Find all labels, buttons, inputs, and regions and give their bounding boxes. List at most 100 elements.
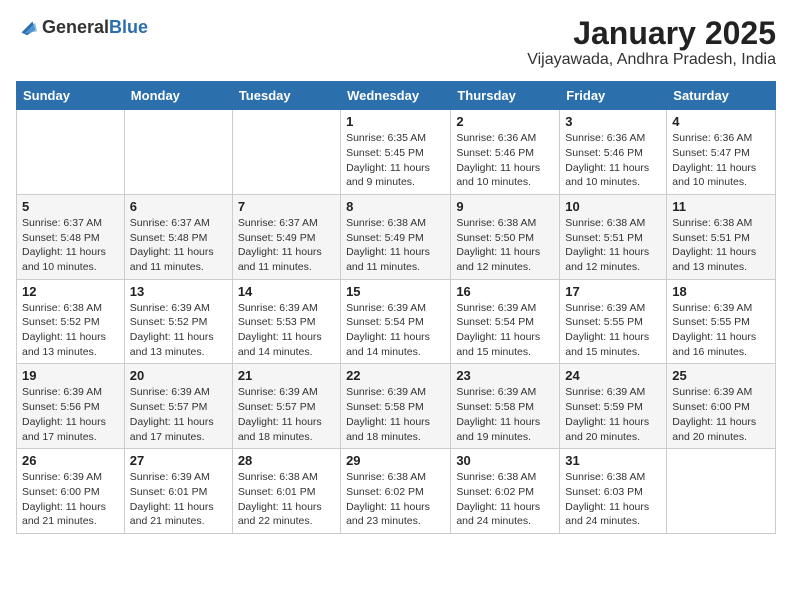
calendar-cell: 6Sunrise: 6:37 AMSunset: 5:48 PMDaylight… [124,194,232,279]
day-number: 13 [130,284,227,299]
calendar-cell: 27Sunrise: 6:39 AMSunset: 6:01 PMDayligh… [124,449,232,534]
day-number: 20 [130,368,227,383]
day-info: Sunrise: 6:38 AMSunset: 5:52 PMDaylight:… [22,301,119,360]
day-of-week-header: Thursday [451,82,560,110]
day-info: Sunrise: 6:39 AMSunset: 5:57 PMDaylight:… [238,385,335,444]
day-info: Sunrise: 6:38 AMSunset: 6:01 PMDaylight:… [238,470,335,529]
calendar-cell: 3Sunrise: 6:36 AMSunset: 5:46 PMDaylight… [560,110,667,195]
day-info: Sunrise: 6:36 AMSunset: 5:47 PMDaylight:… [672,131,770,190]
calendar-cell: 25 Sunrise: 6:39 AMSunset: 6:00 PMDayligh… [667,364,776,449]
logo-text-general: General [42,18,109,36]
calendar-cell: 11 Sunrise: 6:38 AMSunset: 5:51 PMDayligh… [667,194,776,279]
day-info: Sunrise: 6:37 AMSunset: 5:49 PMDaylight:… [238,216,335,275]
calendar-cell [667,449,776,534]
day-info: Sunrise: 6:39 AMSunset: 6:00 PMDaylight:… [672,385,770,444]
calendar-cell: 29 Sunrise: 6:38 AMSunset: 6:02 PMDayligh… [341,449,451,534]
logo-icon [16,16,38,38]
day-number: 1 [346,114,445,129]
day-number: 23 [456,368,554,383]
day-of-week-header: Monday [124,82,232,110]
day-info: Sunrise: 6:39 AMSunset: 5:58 PMDaylight:… [456,385,554,444]
day-info: Sunrise: 6:39 AMSunset: 5:58 PMDaylight:… [346,385,445,444]
day-number: 3 [565,114,661,129]
calendar-cell: 23 Sunrise: 6:39 AMSunset: 5:58 PMDayligh… [451,364,560,449]
calendar-cell: 7 Sunrise: 6:37 AMSunset: 5:49 PMDaylight… [232,194,340,279]
day-number: 26 [22,453,119,468]
calendar-cell: 20Sunrise: 6:39 AMSunset: 5:57 PMDayligh… [124,364,232,449]
day-number: 11 [672,199,770,214]
day-number: 21 [238,368,335,383]
day-number: 19 [22,368,119,383]
day-number: 8 [346,199,445,214]
calendar-cell: 2 Sunrise: 6:36 AMSunset: 5:46 PMDaylight… [451,110,560,195]
day-info: Sunrise: 6:38 AMSunset: 6:02 PMDaylight:… [346,470,445,529]
day-info: Sunrise: 6:39 AMSunset: 6:00 PMDaylight:… [22,470,119,529]
calendar-header-row: SundayMondayTuesdayWednesdayThursdayFrid… [17,82,776,110]
day-number: 12 [22,284,119,299]
day-number: 4 [672,114,770,129]
day-of-week-header: Tuesday [232,82,340,110]
day-number: 7 [238,199,335,214]
calendar-cell: 5 Sunrise: 6:37 AMSunset: 5:48 PMDaylight… [17,194,125,279]
day-number: 29 [346,453,445,468]
day-info: Sunrise: 6:39 AMSunset: 5:55 PMDaylight:… [672,301,770,360]
day-info: Sunrise: 6:38 AMSunset: 6:02 PMDaylight:… [456,470,554,529]
calendar-cell: 4 Sunrise: 6:36 AMSunset: 5:47 PMDaylight… [667,110,776,195]
calendar-cell: 21 Sunrise: 6:39 AMSunset: 5:57 PMDayligh… [232,364,340,449]
day-number: 24 [565,368,661,383]
calendar-cell: 14 Sunrise: 6:39 AMSunset: 5:53 PMDayligh… [232,279,340,364]
day-number: 25 [672,368,770,383]
day-number: 31 [565,453,661,468]
calendar-title: January 2025 [527,16,776,51]
day-of-week-header: Saturday [667,82,776,110]
calendar-cell: 15 Sunrise: 6:39 AMSunset: 5:54 PMDayligh… [341,279,451,364]
day-info: Sunrise: 6:39 AMSunset: 5:59 PMDaylight:… [565,385,661,444]
calendar-table: SundayMondayTuesdayWednesdayThursdayFrid… [16,81,776,534]
calendar-cell: 31 Sunrise: 6:38 AMSunset: 6:03 PMDayligh… [560,449,667,534]
day-info: Sunrise: 6:39 AMSunset: 6:01 PMDaylight:… [130,470,227,529]
day-info: Sunrise: 6:38 AMSunset: 5:51 PMDaylight:… [672,216,770,275]
calendar-cell: 18 Sunrise: 6:39 AMSunset: 5:55 PMDayligh… [667,279,776,364]
day-number: 5 [22,199,119,214]
calendar-week-row: 12 Sunrise: 6:38 AMSunset: 5:52 PMDayligh… [17,279,776,364]
calendar-cell: 12 Sunrise: 6:38 AMSunset: 5:52 PMDayligh… [17,279,125,364]
day-number: 30 [456,453,554,468]
day-number: 22 [346,368,445,383]
calendar-cell: 22 Sunrise: 6:39 AMSunset: 5:58 PMDayligh… [341,364,451,449]
calendar-cell: 17Sunrise: 6:39 AMSunset: 5:55 PMDayligh… [560,279,667,364]
day-info: Sunrise: 6:38 AMSunset: 5:49 PMDaylight:… [346,216,445,275]
day-number: 15 [346,284,445,299]
day-info: Sunrise: 6:39 AMSunset: 5:52 PMDaylight:… [130,301,227,360]
day-info: Sunrise: 6:37 AMSunset: 5:48 PMDaylight:… [130,216,227,275]
day-info: Sunrise: 6:35 AMSunset: 5:45 PMDaylight:… [346,131,445,190]
calendar-cell: 9Sunrise: 6:38 AMSunset: 5:50 PMDaylight… [451,194,560,279]
logo: General Blue [16,16,148,38]
day-info: Sunrise: 6:36 AMSunset: 5:46 PMDaylight:… [456,131,554,190]
calendar-cell: 24 Sunrise: 6:39 AMSunset: 5:59 PMDayligh… [560,364,667,449]
day-info: Sunrise: 6:37 AMSunset: 5:48 PMDaylight:… [22,216,119,275]
day-number: 18 [672,284,770,299]
page-header: General Blue January 2025 Vijayawada, An… [16,16,776,69]
day-number: 28 [238,453,335,468]
day-info: Sunrise: 6:39 AMSunset: 5:54 PMDaylight:… [456,301,554,360]
calendar-cell: 8 Sunrise: 6:38 AMSunset: 5:49 PMDaylight… [341,194,451,279]
calendar-cell: 26 Sunrise: 6:39 AMSunset: 6:00 PMDayligh… [17,449,125,534]
day-of-week-header: Wednesday [341,82,451,110]
calendar-cell: 19 Sunrise: 6:39 AMSunset: 5:56 PMDayligh… [17,364,125,449]
calendar-cell: 1 Sunrise: 6:35 AMSunset: 5:45 PMDaylight… [341,110,451,195]
day-of-week-header: Friday [560,82,667,110]
day-info: Sunrise: 6:39 AMSunset: 5:56 PMDaylight:… [22,385,119,444]
day-info: Sunrise: 6:38 AMSunset: 5:51 PMDaylight:… [565,216,661,275]
day-number: 14 [238,284,335,299]
calendar-subtitle: Vijayawada, Andhra Pradesh, India [527,51,776,69]
day-number: 2 [456,114,554,129]
calendar-week-row: 19 Sunrise: 6:39 AMSunset: 5:56 PMDayligh… [17,364,776,449]
logo-text-blue: Blue [109,18,148,36]
calendar-cell: 28 Sunrise: 6:38 AMSunset: 6:01 PMDayligh… [232,449,340,534]
calendar-cell: 13 Sunrise: 6:39 AMSunset: 5:52 PMDayligh… [124,279,232,364]
calendar-cell [124,110,232,195]
day-info: Sunrise: 6:39 AMSunset: 5:54 PMDaylight:… [346,301,445,360]
day-info: Sunrise: 6:38 AMSunset: 6:03 PMDaylight:… [565,470,661,529]
day-info: Sunrise: 6:39 AMSunset: 5:53 PMDaylight:… [238,301,335,360]
day-number: 10 [565,199,661,214]
